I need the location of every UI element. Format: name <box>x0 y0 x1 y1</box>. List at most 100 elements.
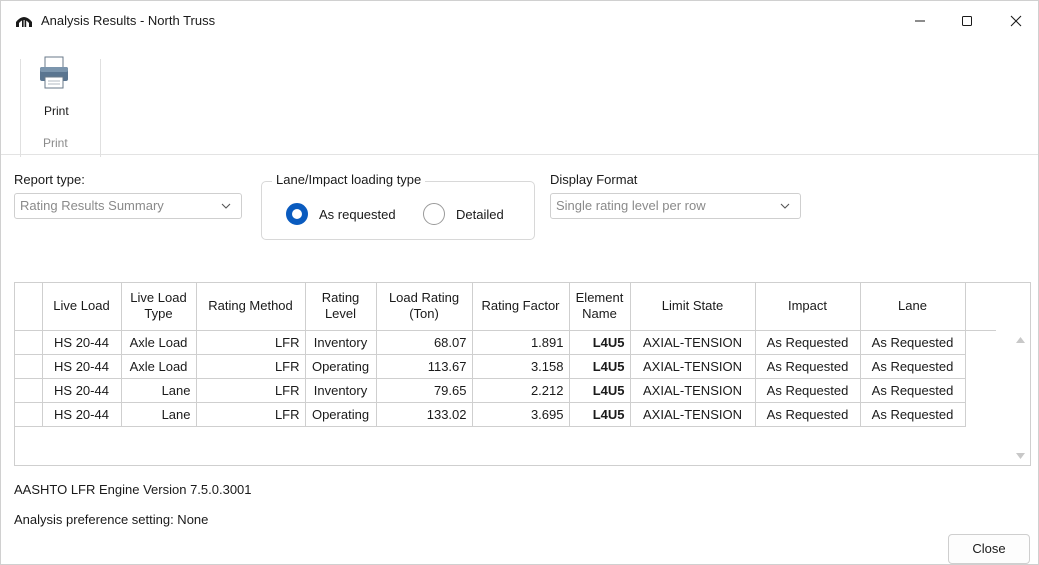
cell-impact[interactable]: As Requested <box>755 378 861 403</box>
scroll-up-arrow-icon[interactable] <box>1016 337 1025 343</box>
cell-rating-factor[interactable]: 3.158 <box>472 354 570 379</box>
cell-rating-method[interactable]: LFR <box>196 402 306 427</box>
col-impact[interactable]: Impact <box>755 283 861 331</box>
cell-rating-method[interactable]: LFR <box>196 330 306 355</box>
cell-load-rating[interactable]: 68.07 <box>376 330 473 355</box>
display-format-value: Single rating level per row <box>556 198 706 213</box>
report-type-dropdown[interactable]: Rating Results Summary <box>14 193 242 219</box>
cell-live-load-type[interactable]: Axle Load <box>121 354 197 379</box>
cell-load-rating[interactable]: 79.65 <box>376 378 473 403</box>
cell-element-name[interactable]: L4U5 <box>569 402 631 427</box>
close-button[interactable]: Close <box>948 534 1030 564</box>
loading-type-label: Lane/Impact loading type <box>272 172 426 187</box>
table-row[interactable]: HS 20-44 Lane LFR Inventory 79.65 2.212 … <box>15 378 996 403</box>
col-load-rating[interactable]: Load Rating (Ton) <box>376 283 473 331</box>
cell-live-load[interactable]: HS 20-44 <box>42 330 122 355</box>
row-header-corner <box>15 283 43 331</box>
cell-live-load-type[interactable]: Lane <box>121 402 197 427</box>
maximize-button[interactable] <box>944 1 990 41</box>
cell-rating-level[interactable]: Operating <box>305 402 377 427</box>
scrollbar-track[interactable] <box>965 330 996 354</box>
col-live-load-type[interactable]: Live Load Type <box>121 283 197 331</box>
ribbon: Print Print <box>1 41 1038 157</box>
print-button[interactable]: Print <box>30 55 90 121</box>
analysis-results-window: Analysis Results - North Truss Print Pri <box>0 0 1039 565</box>
maximize-icon <box>962 16 972 26</box>
cell-lane[interactable]: As Requested <box>860 378 966 403</box>
bridge-app-icon <box>16 17 32 27</box>
analysis-preference-text: Analysis preference setting: None <box>14 512 209 527</box>
cell-live-load[interactable]: HS 20-44 <box>42 354 122 379</box>
scrollbar-header <box>965 283 996 331</box>
cell-live-load-type[interactable]: Axle Load <box>121 330 197 355</box>
cell-lane[interactable]: As Requested <box>860 354 966 379</box>
results-table: Live Load Live Load Type Rating Method R… <box>15 283 996 427</box>
minimize-button[interactable] <box>897 1 943 41</box>
report-type-label: Report type: <box>14 172 85 187</box>
cell-lane[interactable]: As Requested <box>860 330 966 355</box>
engine-version-text: AASHTO LFR Engine Version 7.5.0.3001 <box>14 482 252 497</box>
cell-live-load[interactable]: HS 20-44 <box>42 378 122 403</box>
col-rating-level[interactable]: Rating Level <box>305 283 377 331</box>
display-format-dropdown[interactable]: Single rating level per row <box>550 193 801 219</box>
cell-element-name[interactable]: L4U5 <box>569 330 631 355</box>
radio-as-requested[interactable] <box>286 203 308 225</box>
cell-rating-factor[interactable]: 3.695 <box>472 402 570 427</box>
close-window-button[interactable] <box>993 1 1039 41</box>
cell-element-name[interactable]: L4U5 <box>569 378 631 403</box>
cell-limit-state[interactable]: AXIAL-TENSION <box>630 402 756 427</box>
col-rating-factor[interactable]: Rating Factor <box>472 283 570 331</box>
cell-rating-level[interactable]: Inventory <box>305 330 377 355</box>
row-header[interactable] <box>15 330 43 355</box>
cell-rating-factor[interactable]: 2.212 <box>472 378 570 403</box>
row-header[interactable] <box>15 354 43 379</box>
scrollbar-track[interactable] <box>965 402 996 426</box>
cell-rating-level[interactable]: Inventory <box>305 378 377 403</box>
printer-icon <box>40 56 68 89</box>
table-row[interactable]: HS 20-44 Lane LFR Operating 133.02 3.695… <box>15 402 996 427</box>
chevron-down-icon <box>221 203 231 209</box>
cell-rating-factor[interactable]: 1.891 <box>472 330 570 355</box>
cell-live-load-type[interactable]: Lane <box>121 378 197 403</box>
scrollbar-track[interactable] <box>965 378 996 402</box>
cell-element-name[interactable]: L4U5 <box>569 354 631 379</box>
title-bar: Analysis Results - North Truss <box>1 1 1038 41</box>
display-format-label: Display Format <box>550 172 638 187</box>
radio-detailed-label: Detailed <box>456 207 504 222</box>
cell-lane[interactable]: As Requested <box>860 402 966 427</box>
scrollbar-track[interactable] <box>965 354 996 378</box>
cell-rating-method[interactable]: LFR <box>196 354 306 379</box>
minimize-icon <box>915 20 925 22</box>
row-header[interactable] <box>15 378 43 403</box>
print-button-label: Print <box>44 104 69 118</box>
row-header[interactable] <box>15 402 43 427</box>
scroll-down-arrow-icon[interactable] <box>1016 453 1025 459</box>
col-rating-method[interactable]: Rating Method <box>196 283 306 331</box>
cell-live-load[interactable]: HS 20-44 <box>42 402 122 427</box>
cell-impact[interactable]: As Requested <box>755 402 861 427</box>
report-type-value: Rating Results Summary <box>20 198 164 213</box>
cell-rating-level[interactable]: Operating <box>305 354 377 379</box>
close-icon <box>1010 15 1022 27</box>
ribbon-separator <box>100 59 101 157</box>
radio-detailed[interactable] <box>423 203 445 225</box>
results-grid[interactable]: Live Load Live Load Type Rating Method R… <box>14 282 1031 466</box>
cell-load-rating[interactable]: 113.67 <box>376 354 473 379</box>
col-live-load[interactable]: Live Load <box>42 283 122 331</box>
col-lane[interactable]: Lane <box>860 283 966 331</box>
cell-impact[interactable]: As Requested <box>755 354 861 379</box>
ribbon-group-label: Print <box>43 136 68 150</box>
col-element-name[interactable]: Element Name <box>569 283 631 331</box>
col-limit-state[interactable]: Limit State <box>630 283 756 331</box>
cell-limit-state[interactable]: AXIAL-TENSION <box>630 330 756 355</box>
cell-load-rating[interactable]: 133.02 <box>376 402 473 427</box>
ribbon-separator <box>20 59 21 157</box>
radio-as-requested-label: As requested <box>319 207 396 222</box>
table-row[interactable]: HS 20-44 Axle Load LFR Inventory 68.07 1… <box>15 330 996 355</box>
cell-limit-state[interactable]: AXIAL-TENSION <box>630 354 756 379</box>
cell-impact[interactable]: As Requested <box>755 330 861 355</box>
cell-rating-method[interactable]: LFR <box>196 378 306 403</box>
window-title: Analysis Results - North Truss <box>41 13 216 28</box>
cell-limit-state[interactable]: AXIAL-TENSION <box>630 378 756 403</box>
table-row[interactable]: HS 20-44 Axle Load LFR Operating 113.67 … <box>15 354 996 379</box>
